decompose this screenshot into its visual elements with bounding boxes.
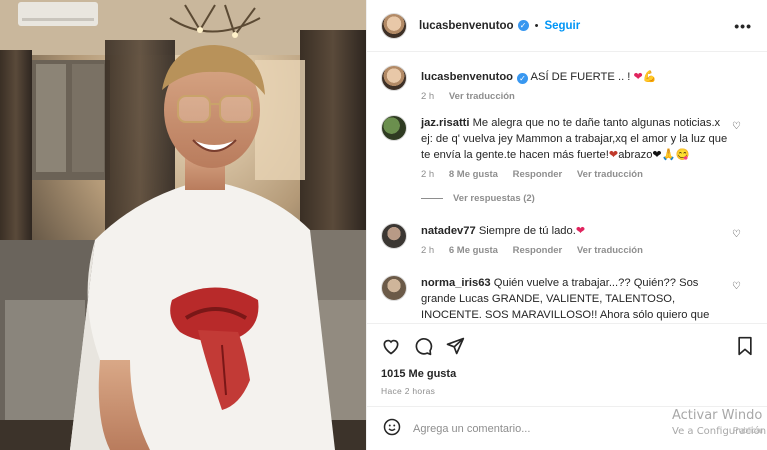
share-send-icon[interactable] bbox=[445, 336, 465, 356]
comment-likes-count[interactable]: 8 Me gusta bbox=[449, 169, 498, 180]
comment-likes-count[interactable]: 6 Me gusta bbox=[449, 245, 498, 256]
comment-time[interactable]: 2 h bbox=[421, 245, 434, 256]
publish-button[interactable]: Publicar bbox=[733, 425, 764, 435]
comment-item: jaz.risatti Me alegra que no te dañe tan… bbox=[381, 115, 741, 180]
like-heart-icon[interactable] bbox=[381, 336, 401, 356]
caption-avatar[interactable] bbox=[381, 65, 407, 91]
caption-item: lucasbenvenutoo ✓ ASÍ DE FUERTE .. ! ❤💪 2… bbox=[381, 65, 741, 102]
comment-text: norma_iris63 Quién vuelve a trabajar...?… bbox=[421, 275, 741, 323]
replies-line bbox=[421, 197, 443, 199]
heart-emoji-icon: ❤ bbox=[575, 225, 586, 237]
action-icons bbox=[381, 336, 465, 356]
activation-title: Activar Windo bbox=[672, 408, 763, 423]
comment-avatar[interactable] bbox=[381, 223, 407, 249]
comment-item: natadev77 Siempre de tú lado.❤ 2 h 6 Me … bbox=[381, 223, 741, 256]
reply-button[interactable]: Responder bbox=[513, 169, 563, 180]
reply-button[interactable]: Responder bbox=[513, 245, 563, 256]
caption-username[interactable]: lucasbenvenutoo bbox=[421, 71, 513, 83]
post-details-panel: lucasbenvenutoo ✓ • Seguir ••• lucasbenv… bbox=[366, 0, 767, 450]
author-avatar[interactable] bbox=[381, 12, 407, 39]
author-username[interactable]: lucasbenvenutoo bbox=[419, 20, 514, 32]
post-photo-illustration bbox=[0, 0, 366, 450]
post-likes-count[interactable]: 1015 Me gusta bbox=[381, 368, 456, 380]
broken-heart-emoji-icon: ❤ bbox=[608, 149, 619, 161]
more-options-icon[interactable]: ••• bbox=[734, 18, 752, 34]
separator-dot: • bbox=[534, 19, 539, 32]
comment-username[interactable]: natadev77 bbox=[421, 225, 476, 237]
comment-username[interactable]: jaz.risatti bbox=[421, 117, 470, 129]
black-heart-emoji-icon: ❤ bbox=[652, 149, 662, 161]
comment-meta: 2 h 8 Me gusta Responder Ver traducción bbox=[421, 169, 741, 180]
post-timestamp[interactable]: Hace 2 horas bbox=[381, 386, 435, 396]
caption-translate-link[interactable]: Ver traducción bbox=[449, 91, 515, 102]
comment-input[interactable]: Agrega un comentario... bbox=[413, 423, 530, 435]
view-replies-label[interactable]: Ver respuestas (2) bbox=[453, 193, 535, 204]
comment-text: natadev77 Siempre de tú lado.❤ bbox=[421, 223, 741, 239]
comment-avatar[interactable] bbox=[381, 275, 407, 301]
comment-like-icon[interactable]: ♡ bbox=[732, 121, 741, 132]
caption-time[interactable]: 2 h bbox=[421, 91, 434, 102]
comment-like-icon[interactable]: ♡ bbox=[732, 281, 741, 292]
comment-item: norma_iris63 Quién vuelve a trabajar...?… bbox=[381, 275, 741, 323]
comments-list: lucasbenvenutoo ✓ ASÍ DE FUERTE .. ! ❤💪 2… bbox=[367, 53, 767, 323]
follow-button[interactable]: Seguir bbox=[544, 20, 580, 32]
emoji-smiley-icon[interactable] bbox=[383, 418, 401, 439]
comment-avatar[interactable] bbox=[381, 115, 407, 141]
verified-badge-icon: ✓ bbox=[517, 73, 529, 84]
comment-bubble-icon[interactable] bbox=[413, 336, 433, 356]
comment-body-tail: abrazo bbox=[618, 149, 653, 161]
comment-meta: 2 h 6 Me gusta Responder Ver traducción bbox=[421, 245, 741, 256]
comment-like-icon[interactable]: ♡ bbox=[732, 229, 741, 240]
folded-hands-emoji-icon: 🙏 bbox=[661, 149, 676, 161]
post-header: lucasbenvenutoo ✓ • Seguir ••• bbox=[367, 0, 767, 52]
heart-emoji-icon: ❤ bbox=[633, 71, 643, 83]
blush-emoji-icon: 😋 bbox=[675, 149, 690, 161]
comment-translate-link[interactable]: Ver traducción bbox=[577, 245, 643, 256]
caption-body: ASÍ DE FUERTE .. ! bbox=[530, 71, 631, 83]
comment-text: jaz.risatti Me alegra que no te dañe tan… bbox=[421, 115, 741, 163]
verified-badge-icon: ✓ bbox=[517, 20, 529, 31]
comment-username[interactable]: norma_iris63 bbox=[421, 277, 491, 289]
caption-meta: 2 h Ver traducción bbox=[421, 91, 741, 102]
post-photo bbox=[0, 0, 366, 450]
caption-text: lucasbenvenutoo ✓ ASÍ DE FUERTE .. ! ❤💪 bbox=[421, 65, 741, 85]
view-replies-button[interactable]: Ver respuestas (2) bbox=[421, 193, 535, 204]
comment-translate-link[interactable]: Ver traducción bbox=[577, 169, 643, 180]
comment-time[interactable]: 2 h bbox=[421, 169, 434, 180]
bookmark-icon[interactable] bbox=[736, 336, 754, 356]
flexed-biceps-emoji-icon: 💪 bbox=[642, 71, 657, 83]
comment-body: Siempre de tú lado. bbox=[478, 225, 576, 237]
